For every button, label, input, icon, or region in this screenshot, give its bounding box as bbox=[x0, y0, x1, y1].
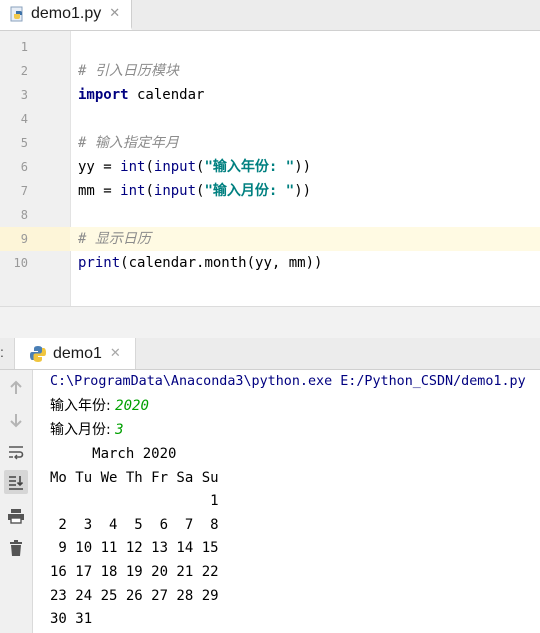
line-number: 10 bbox=[13, 256, 28, 270]
run-tab-demo1[interactable]: demo1 ✕ bbox=[14, 338, 136, 369]
editor-tab-demo1[interactable]: demo1.py ✕ bbox=[0, 0, 132, 30]
run-console-output[interactable]: C:\ProgramData\Anaconda3\python.exe E:/P… bbox=[34, 370, 540, 633]
code-token: import bbox=[78, 87, 129, 103]
code-token: calendar bbox=[128, 87, 205, 103]
code-token: mm = bbox=[78, 183, 121, 199]
code-token: yy = bbox=[78, 159, 121, 175]
code-token: # 输入指定年月 bbox=[78, 135, 179, 151]
calendar-output-line: 1 bbox=[50, 493, 219, 510]
run-toolbar bbox=[0, 370, 33, 633]
code-token: )) bbox=[294, 183, 312, 199]
calendar-output-line: Mo Tu We Th Fr Sa Su bbox=[50, 469, 219, 486]
code-line[interactable]: 3 import calendar bbox=[0, 83, 540, 107]
code-token: )) bbox=[294, 159, 312, 175]
line-number: 3 bbox=[20, 88, 28, 102]
soft-wrap-icon[interactable] bbox=[4, 440, 28, 464]
code-text: print(calendar.month(yy, mm)) bbox=[78, 251, 322, 275]
code-token: int bbox=[120, 183, 146, 199]
console-year-prompt: 输入年份: 2020 bbox=[50, 394, 149, 418]
arrow-down-icon[interactable] bbox=[4, 408, 28, 432]
calendar-output-line: 2 3 4 5 6 7 8 bbox=[50, 516, 219, 533]
code-text: # 引入日历模块 bbox=[78, 59, 179, 83]
code-token: (calendar.month(yy, mm)) bbox=[120, 255, 323, 271]
line-number: 9 bbox=[20, 232, 28, 246]
code-text: yy = int(input("输入年份: ")) bbox=[78, 155, 311, 179]
calendar-output-line: 30 31 bbox=[50, 611, 93, 628]
code-line[interactable]: 1 bbox=[0, 35, 540, 59]
line-number: 2 bbox=[20, 64, 28, 78]
code-token: print bbox=[78, 255, 121, 271]
code-text: # 输入指定年月 bbox=[78, 131, 179, 155]
line-number: 1 bbox=[20, 40, 28, 54]
code-text: import calendar bbox=[78, 83, 204, 107]
year-input-value: 2020 bbox=[115, 398, 149, 414]
line-number: 8 bbox=[20, 208, 28, 222]
editor-run-divider bbox=[0, 306, 540, 339]
code-line[interactable]: 7 mm = int(input("输入月份: ")) bbox=[0, 179, 540, 203]
calendar-output-line: 23 24 25 26 27 28 29 bbox=[50, 587, 219, 604]
editor-tab-bar: demo1.py ✕ bbox=[0, 0, 540, 31]
code-token: int bbox=[120, 159, 146, 175]
code-token: # 引入日历模块 bbox=[78, 63, 179, 79]
code-token: ( bbox=[145, 183, 154, 199]
code-line[interactable]: 8 bbox=[0, 203, 540, 227]
code-token: "输入月份: " bbox=[204, 183, 295, 199]
scroll-to-end-icon[interactable] bbox=[4, 470, 28, 494]
console-month-prompt: 输入月份: 3 bbox=[50, 418, 124, 442]
code-line[interactable]: 10 print(calendar.month(yy, mm)) bbox=[0, 251, 540, 275]
code-token: input bbox=[153, 159, 197, 175]
line-number: 6 bbox=[20, 160, 28, 174]
code-token: "输入年份: " bbox=[204, 159, 295, 175]
calendar-output-line: 16 17 18 19 20 21 22 bbox=[50, 564, 219, 580]
trash-icon[interactable] bbox=[4, 536, 28, 560]
code-token: # 显示日历 bbox=[78, 231, 151, 247]
month-input-value: 3 bbox=[115, 422, 124, 438]
run-label-colon: : bbox=[0, 344, 4, 360]
code-line[interactable]: 6 yy = int(input("输入年份: ")) bbox=[0, 155, 540, 179]
python-icon bbox=[30, 345, 46, 362]
calendar-output-line: 9 10 11 12 13 14 15 bbox=[50, 540, 219, 557]
code-line[interactable]: 4 bbox=[0, 107, 540, 131]
code-line[interactable]: 9 # 显示日历 bbox=[0, 227, 540, 251]
editor-tab-label: demo1.py bbox=[31, 4, 102, 22]
calendar-output-line: March 2020 bbox=[50, 446, 177, 462]
code-editor[interactable]: 1 2 # 引入日历模块 3 import calendar 4 5 # 输入指定年月 6 yy … bbox=[0, 31, 540, 306]
code-text: # 显示日历 bbox=[78, 227, 151, 251]
code-text: mm = int(input("输入月份: ")) bbox=[78, 179, 311, 203]
close-icon[interactable]: ✕ bbox=[110, 346, 121, 361]
line-number: 4 bbox=[20, 112, 28, 126]
python-file-icon bbox=[10, 6, 23, 21]
print-icon[interactable] bbox=[4, 504, 28, 528]
year-prompt-text: 输入年份: bbox=[50, 398, 116, 414]
run-tab-label: demo1 bbox=[53, 344, 102, 362]
month-prompt-text: 输入月份: bbox=[50, 422, 116, 438]
close-icon[interactable]: ✕ bbox=[109, 6, 120, 21]
console-command-line: C:\ProgramData\Anaconda3\python.exe E:/P… bbox=[50, 374, 526, 389]
line-number: 7 bbox=[20, 184, 28, 198]
code-token: ( bbox=[145, 159, 154, 175]
code-line[interactable]: 5 # 输入指定年月 bbox=[0, 131, 540, 155]
code-line[interactable]: 2 # 引入日历模块 bbox=[0, 59, 540, 83]
code-token: input bbox=[153, 183, 197, 199]
arrow-up-icon[interactable] bbox=[4, 376, 28, 400]
run-tool-window-header: : demo1 ✕ bbox=[0, 338, 540, 370]
line-number: 5 bbox=[20, 136, 28, 150]
